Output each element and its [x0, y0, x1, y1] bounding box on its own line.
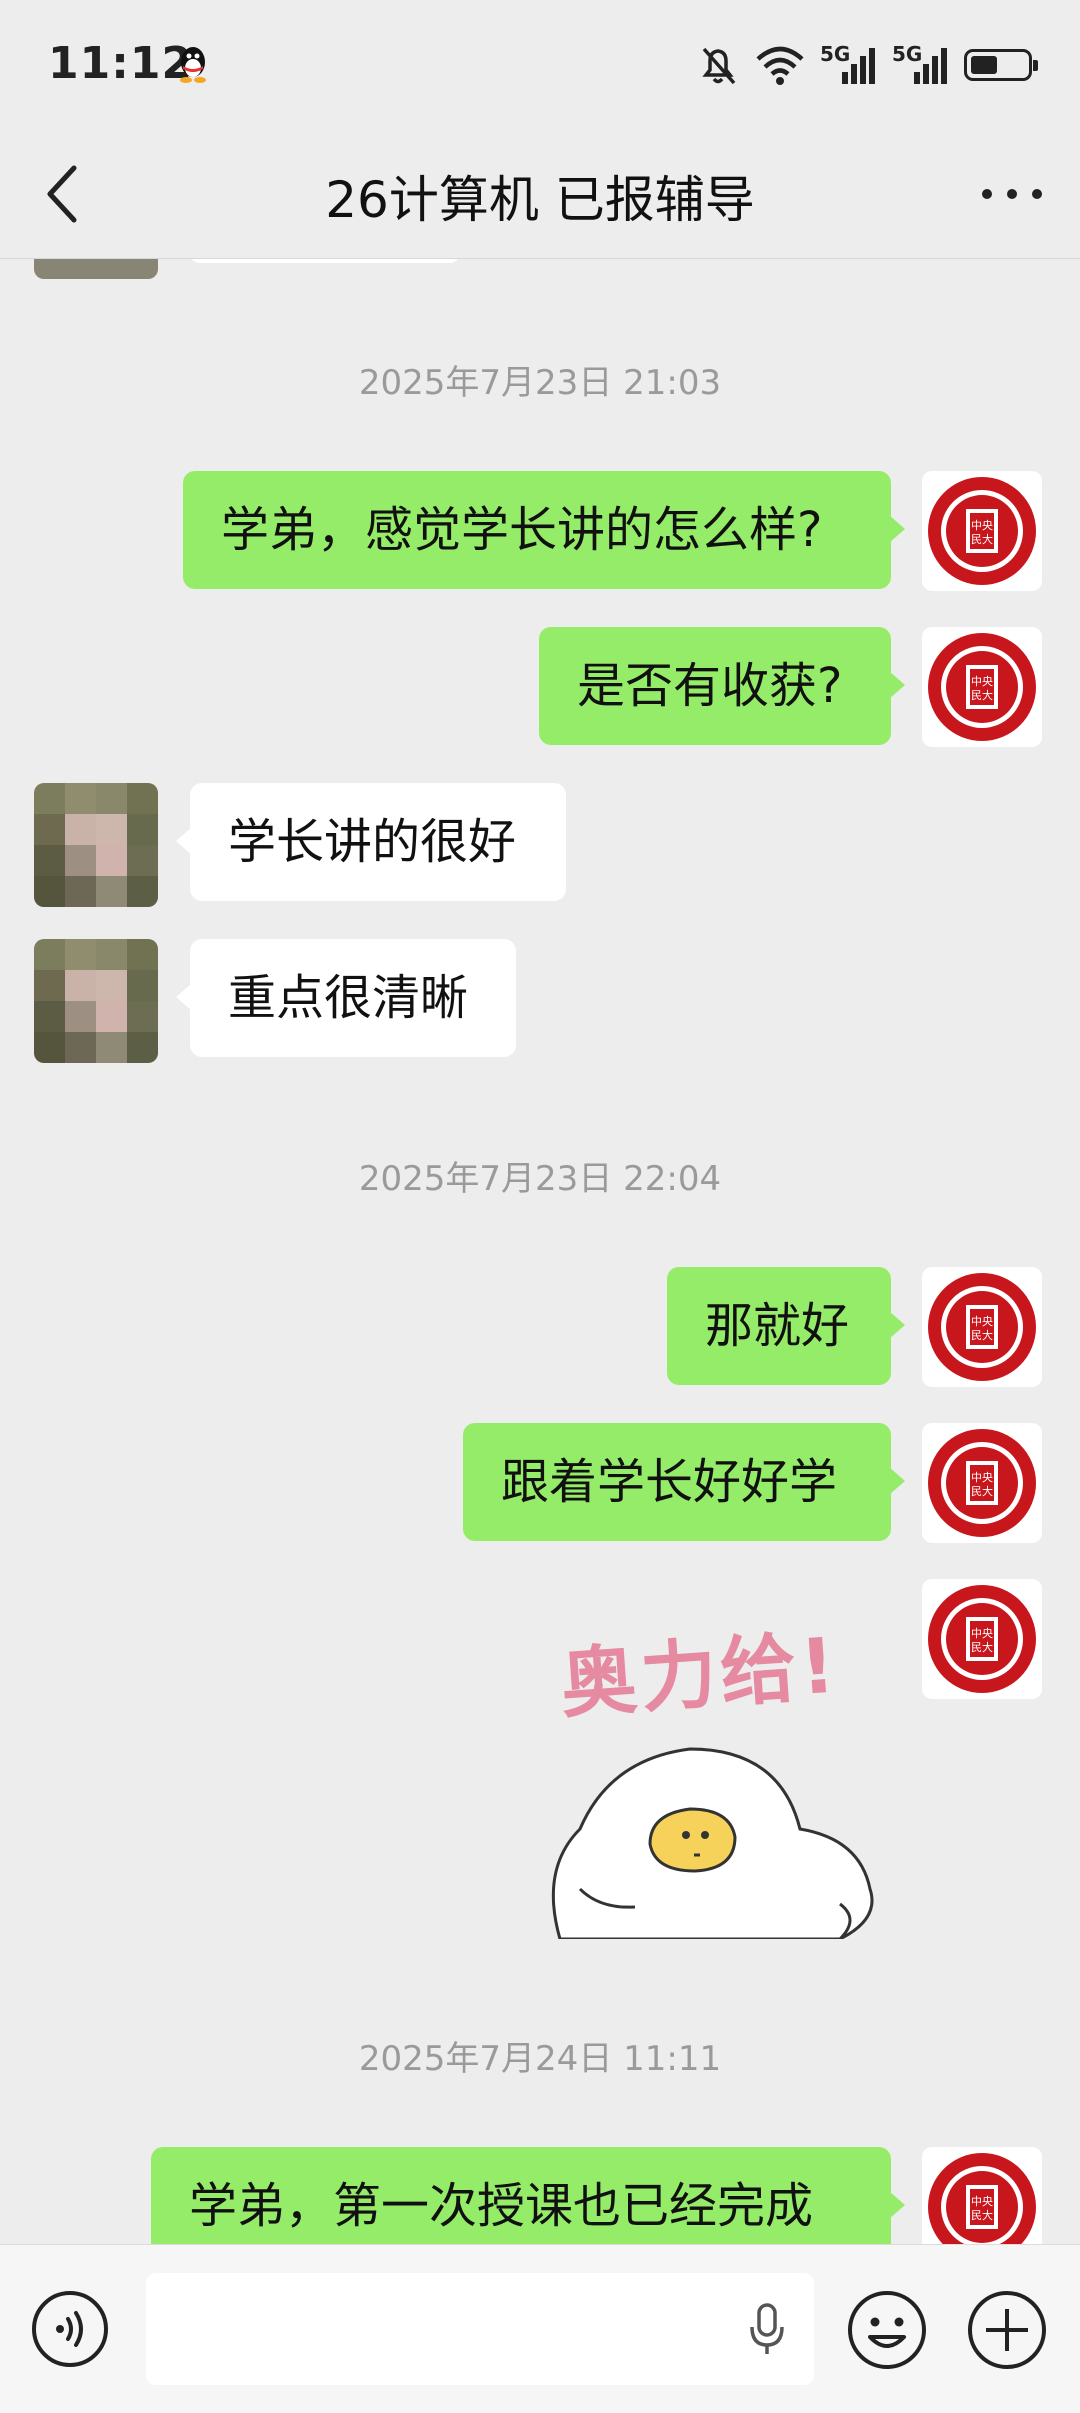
input-bar — [0, 2244, 1080, 2413]
svg-text:民大: 民大 — [971, 532, 993, 546]
svg-text:民大: 民大 — [971, 1484, 993, 1498]
university-seal-icon: 中央 民大 — [928, 1429, 1036, 1537]
duck-sticker[interactable]: 奥力给! — [540, 1609, 900, 1939]
svg-text:民大: 民大 — [971, 1640, 993, 1654]
timestamp: 2025年7月23日 21:03 — [358, 363, 722, 403]
svg-text:中央: 中央 — [971, 519, 993, 532]
qq-penguin-icon — [180, 47, 206, 83]
avatar[interactable]: 中央 民大 — [922, 627, 1042, 747]
partial-bubble — [190, 259, 460, 263]
avatar[interactable]: 中央 民大 — [922, 1267, 1042, 1387]
svg-text:中央: 中央 — [971, 2195, 993, 2208]
message-list[interactable]: 2025年7月23日 21:03 学弟，感觉学长讲的怎么样? 中央 民大 是否有… — [0, 259, 1080, 2244]
voice-wave-icon[interactable] — [30, 2289, 110, 2369]
message-bubble-sent[interactable]: 学弟，感觉学长讲的怎么样? — [183, 471, 905, 589]
message-bubble-sent[interactable]: 跟着学长好好学 — [463, 1423, 905, 1541]
timestamp: 2025年7月23日 22:04 — [358, 1159, 722, 1199]
more-options-icon[interactable] — [982, 174, 1042, 214]
battery-icon — [964, 49, 1038, 81]
avatar-pixelated[interactable] — [34, 939, 158, 1063]
svg-text:民大: 民大 — [971, 1328, 993, 1342]
university-seal-icon: 中央 民大 — [928, 2153, 1036, 2244]
avatar[interactable]: 中央 民大 — [922, 2147, 1042, 2244]
message-input[interactable] — [146, 2273, 814, 2385]
plus-icon[interactable] — [966, 2289, 1048, 2371]
message-bubble-sent[interactable]: 学弟，第一次授课也已经完成 — [151, 2147, 905, 2244]
signal-icon: 5G — [820, 42, 878, 88]
microphone-icon[interactable] — [748, 2301, 786, 2357]
mute-bell-icon — [702, 47, 736, 85]
timestamp: 2025年7月24日 11:11 — [358, 2039, 722, 2079]
message-bubble-received[interactable]: 重点很清晰 — [176, 939, 516, 1057]
university-seal-icon: 中央 民大 — [928, 1273, 1036, 1381]
svg-text:民大: 民大 — [971, 2208, 993, 2222]
university-seal-icon: 中央 民大 — [928, 477, 1036, 585]
avatar[interactable]: 中央 民大 — [922, 1423, 1042, 1543]
message-bubble-sent[interactable]: 那就好 — [667, 1267, 905, 1385]
chat-header: 26计算机 已报辅导 — [0, 130, 1080, 259]
partial-avatar — [34, 259, 158, 279]
status-time: 11:12 — [48, 38, 194, 89]
emoji-icon[interactable] — [846, 2289, 928, 2371]
chat-title: 26计算机 已报辅导 — [325, 171, 755, 229]
message-bubble-sent[interactable]: 是否有收获? — [539, 627, 905, 745]
avatar[interactable]: 中央 民大 — [922, 471, 1042, 591]
university-seal-icon: 中央 民大 — [928, 633, 1036, 741]
svg-text:中央: 中央 — [971, 675, 993, 688]
svg-text:中央: 中央 — [971, 1315, 993, 1328]
signal-icon: 5G — [892, 42, 950, 88]
svg-text:民大: 民大 — [971, 688, 993, 702]
svg-text:中央: 中央 — [971, 1627, 993, 1640]
university-seal-icon: 中央 民大 — [928, 1585, 1036, 1693]
avatar[interactable]: 中央 民大 — [922, 1579, 1042, 1699]
avatar-pixelated[interactable] — [34, 783, 158, 907]
svg-text:中央: 中央 — [971, 1471, 993, 1484]
wifi-icon — [756, 46, 804, 85]
status-bar: 11:12 5G 5G — [0, 0, 1080, 130]
message-bubble-received[interactable]: 学长讲的很好 — [176, 783, 566, 901]
